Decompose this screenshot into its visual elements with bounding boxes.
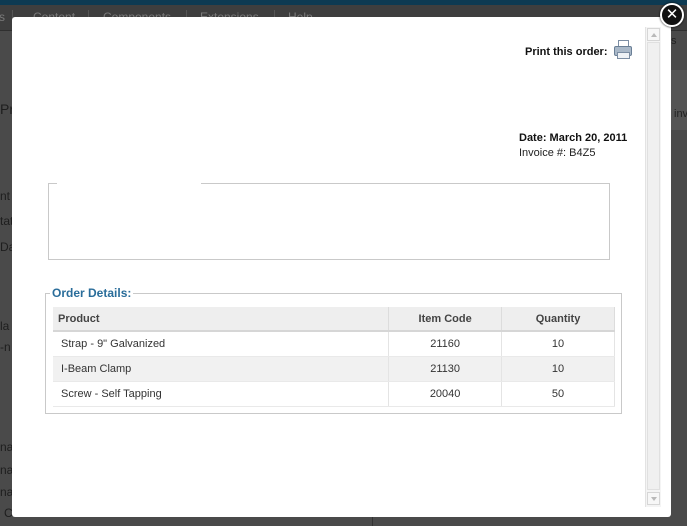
table-header-row: Product Item Code Quantity	[53, 307, 615, 332]
cell-item-code: 21160	[388, 331, 503, 357]
order-modal: Print this order: Date: March 20, 2011 I…	[12, 17, 671, 517]
background-text-fragment: -n	[0, 340, 11, 354]
address-box	[48, 182, 610, 260]
cell-product: I-Beam Clamp	[53, 356, 390, 382]
cell-product: Screw - Self Tapping	[53, 381, 390, 407]
cell-item-code: 20040	[388, 381, 503, 407]
close-modal-button[interactable]: ✕	[660, 3, 684, 27]
print-order-row: Print this order:	[525, 39, 632, 59]
order-details-section: Order Details: Product Item Code Quantit…	[45, 286, 622, 414]
scroll-up-arrow-icon[interactable]	[647, 28, 660, 41]
background-text-fragment: inv	[674, 108, 687, 120]
table-row: Screw - Self Tapping 20040 50	[53, 381, 615, 407]
column-header-item-code: Item Code	[388, 307, 503, 332]
cell-item-code: 21130	[388, 356, 503, 382]
column-header-quantity: Quantity	[501, 307, 615, 332]
invoice-number: Invoice #: B4Z5	[519, 147, 596, 159]
order-details-title: Order Details:	[50, 286, 134, 300]
modal-content: Print this order: Date: March 20, 2011 I…	[12, 17, 644, 517]
order-details-table: Product Item Code Quantity Strap - 9" Ga…	[53, 307, 615, 407]
modal-scrollbar[interactable]	[645, 27, 661, 507]
scroll-thumb[interactable]	[647, 42, 660, 490]
background-text-fragment: nt	[0, 189, 11, 203]
table-row: Strap - 9" Galvanized 21160 10	[53, 331, 615, 357]
close-icon: ✕	[665, 5, 679, 23]
background-text-fragment: la	[0, 319, 10, 333]
cell-quantity: 50	[501, 381, 615, 407]
menu-item-fragment[interactable]: s	[0, 10, 5, 24]
print-order-label: Print this order:	[525, 46, 608, 58]
cell-quantity: 10	[501, 331, 615, 357]
printer-icon[interactable]	[613, 40, 632, 59]
scroll-down-arrow-icon[interactable]	[647, 492, 660, 505]
background-text-fragment: s	[671, 35, 677, 47]
cell-product: Strap - 9" Galvanized	[53, 331, 390, 357]
order-date: Date: March 20, 2011	[519, 132, 628, 144]
table-row: I-Beam Clamp 21130 10	[53, 356, 615, 382]
column-header-product: Product	[53, 307, 390, 332]
cell-quantity: 10	[501, 356, 615, 382]
